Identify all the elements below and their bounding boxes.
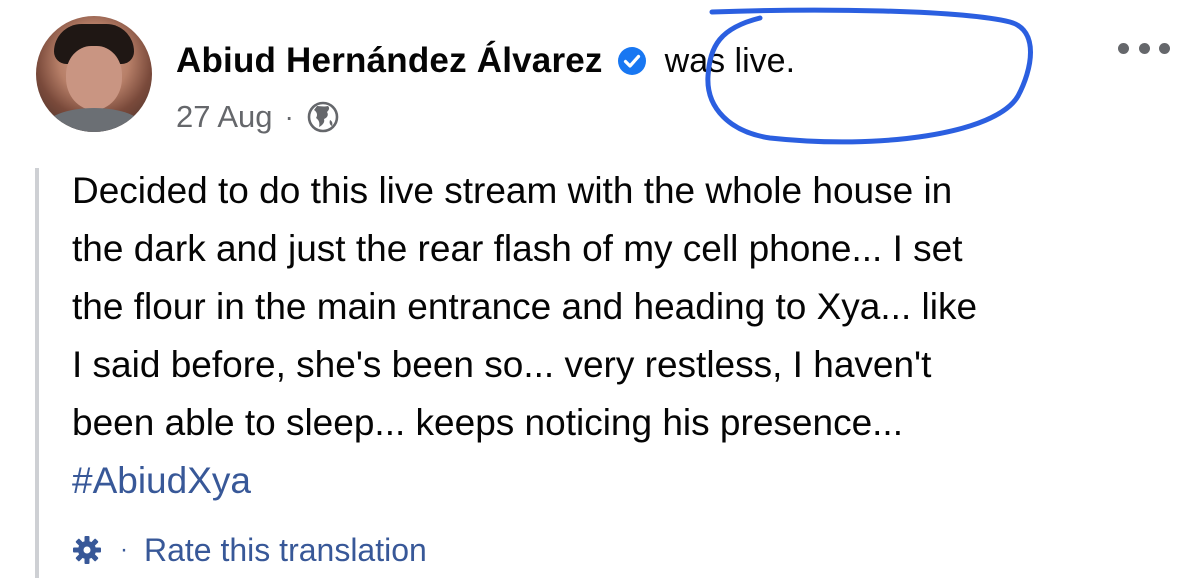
gear-icon[interactable] (70, 533, 104, 567)
more-dot (1118, 42, 1129, 54)
more-options-icon[interactable] (1118, 38, 1170, 58)
verified-badge-icon (617, 47, 646, 75)
meta-separator: · (284, 101, 294, 132)
more-dot (1138, 42, 1150, 54)
author-name-link[interactable]: Abiud Hernández Álvarez (176, 41, 603, 81)
live-status-text: was live. (664, 41, 796, 80)
hashtag-link[interactable]: #AbiudXya (72, 452, 1182, 510)
post-body-line: the flour in the main entrance and headi… (72, 286, 978, 327)
post-header: Abiud Hernández Álvarez was live. (176, 36, 795, 86)
author-avatar[interactable] (36, 16, 152, 132)
more-dot (1159, 42, 1170, 54)
post-meta: 27 Aug · (176, 95, 340, 139)
globe-icon[interactable] (306, 100, 340, 134)
post-date-link[interactable]: 27 Aug (176, 99, 273, 135)
translation-separator: · (120, 536, 128, 563)
rate-translation-link[interactable]: Rate this translation (144, 532, 427, 569)
post-body-line: been able to sleep... keeps noticing his… (72, 402, 903, 443)
post-body-line: I said before, she's been so... very res… (72, 344, 932, 385)
translation-quote-bar (35, 168, 39, 578)
post-body-line: the dark and just the rear flash of my c… (72, 228, 963, 269)
post-body-line: Decided to do this live stream with the … (72, 170, 953, 211)
avatar-face (66, 46, 122, 110)
translation-footer: · Rate this translation (70, 528, 427, 572)
facebook-post: Abiud Hernández Álvarez was live. 27 Aug… (0, 0, 1200, 588)
avatar-shirt (44, 108, 144, 132)
post-body: Decided to do this live stream with the … (72, 162, 1182, 510)
